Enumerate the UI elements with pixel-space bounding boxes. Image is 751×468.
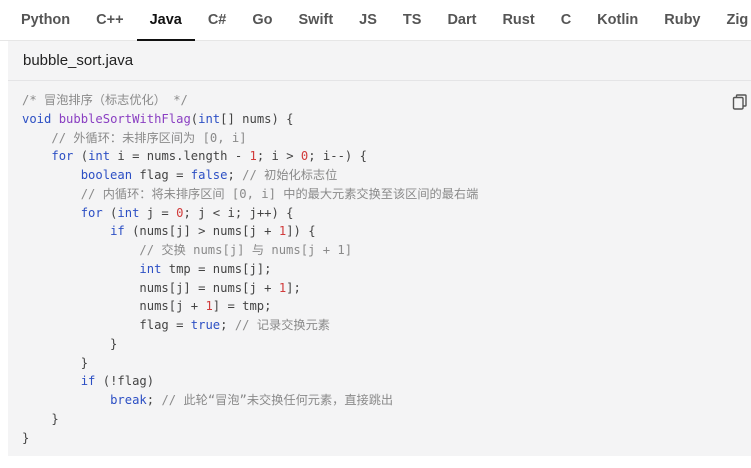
tab-c[interactable]: C — [548, 0, 584, 40]
code-text: ] = tmp; — [212, 299, 272, 314]
tab-rust[interactable]: Rust — [489, 0, 547, 40]
code-keyword: for — [80, 205, 103, 220]
code-line: flag = true; // 记录交换元素 — [22, 316, 478, 335]
code-line: nums[j + 1] = tmp; — [22, 297, 478, 316]
code-text: ; i--) { — [308, 149, 367, 164]
code-text: nums[j + — [22, 299, 206, 314]
code-text: nums[j] = nums[j + — [22, 280, 279, 295]
code-line: for (int j = 0; j < i; j++) { — [22, 204, 478, 223]
tab-swift[interactable]: Swift — [286, 0, 347, 40]
copy-icon[interactable] — [731, 93, 749, 111]
code-line: // 交换 nums[j] 与 nums[j + 1] — [22, 241, 478, 260]
tab-ts[interactable]: TS — [390, 0, 435, 40]
code-keyword: true — [190, 318, 221, 332]
code-text: (nums[j] > nums[j + — [124, 224, 279, 239]
code-text: ]; — [286, 280, 301, 295]
code-line: // 内循环：将未排序区间 [0, i] 中的最大元素交换至该区间的最右端 — [22, 185, 479, 204]
tab-go[interactable]: Go — [239, 0, 285, 40]
file-name: bubble_sort.java — [23, 52, 134, 69]
language-tabs: Python C++ Java C# Go Swift JS TS Dart Rust C Kotli… — [0, 0, 751, 41]
code-line: for (int i = nums.length - 1; i > 0; i--… — [22, 147, 478, 166]
code-line: boolean flag = false; // 初始化标志位 — [22, 166, 478, 185]
tab-kotlin[interactable]: Kotlin — [584, 0, 651, 40]
code-keyword: if — [80, 374, 96, 389]
code-line: } — [22, 354, 478, 373]
code-keyword: int — [198, 111, 221, 126]
tab-java[interactable]: Java — [136, 0, 196, 41]
page-bottom — [0, 456, 751, 468]
code-text: ( — [73, 149, 89, 164]
tab-c[interactable]: C++ — [83, 0, 136, 40]
code-line: // 外循环：未排序区间为 [0, i] — [22, 129, 478, 148]
code-number: 1 — [249, 149, 257, 164]
code-line: nums[j] = nums[j + 1]; — [22, 279, 478, 298]
code-line: } — [22, 410, 478, 429]
code-block: bubble_sort.java /* 冒泡排序（标志优化） */ void bu… — [8, 41, 751, 456]
code-comment: // 记录交换元素 — [234, 318, 330, 332]
code-keyword: false — [190, 168, 228, 182]
code-comment: // 外循环：未排序区间为 [0, i] — [51, 130, 247, 145]
code-keyword: int — [139, 261, 162, 276]
code-line: if (nums[j] > nums[j + 1]) { — [22, 222, 478, 241]
code-line: if (!flag) — [22, 372, 478, 391]
code-line: /* 冒泡排序（标志优化） */ — [22, 91, 478, 110]
code-text: ( — [102, 205, 118, 220]
tab-zig[interactable]: Zig — [714, 0, 751, 40]
code-line: void bubbleSortWithFlag(int[] nums) { — [22, 110, 478, 129]
code-comment: // 内循环：将未排序区间 [0, i] 中的最大元素交换至该区间的最右端 — [80, 186, 479, 201]
code-text: (!flag) — [95, 374, 155, 389]
code-keyword: int — [88, 149, 111, 164]
code-comment: // 此轮“冒泡”未交换任何元素，直接跳出 — [161, 393, 394, 407]
code-text: ; — [227, 168, 243, 182]
code-keyword: void — [22, 111, 52, 126]
code-text: ; — [146, 393, 162, 407]
tab-dart[interactable]: Dart — [434, 0, 489, 40]
code-keyword: for — [51, 149, 74, 164]
code-line: } — [22, 335, 478, 354]
code-line: } — [22, 429, 478, 448]
tab-python[interactable]: Python — [8, 0, 83, 40]
code-function: bubbleSortWithFlag — [58, 111, 191, 126]
code-text: ]) { — [286, 224, 316, 239]
code-keyword: int — [117, 205, 140, 220]
tab-ruby[interactable]: Ruby — [651, 0, 713, 40]
code-number: 1 — [205, 299, 213, 314]
code-text: flag = — [132, 168, 191, 182]
code-text: } — [22, 430, 30, 445]
code-text: } — [22, 336, 118, 351]
code-line: break; // 此轮“冒泡”未交换任何元素，直接跳出 — [22, 391, 478, 410]
code-text: flag = — [22, 318, 191, 332]
code-comment: // 交换 nums[j] 与 nums[j + 1] — [139, 243, 353, 257]
code-content[interactable]: /* 冒泡排序（标志优化） */void bubbleSortWithFlag(… — [22, 91, 478, 447]
code-text: } — [22, 355, 89, 370]
tab-c[interactable]: C# — [195, 0, 240, 40]
code-text: ; i > — [256, 149, 301, 164]
code-keyword: if — [110, 224, 125, 239]
code-comment: // 初始化标志位 — [242, 168, 338, 182]
code-text: i = nums.length - — [110, 149, 250, 164]
code-text: [] nums) { — [220, 111, 294, 126]
code-line: int tmp = nums[j]; — [22, 260, 478, 279]
tab-js[interactable]: JS — [346, 0, 390, 40]
code-text: } — [22, 411, 59, 426]
code-keyword: boolean — [80, 168, 133, 182]
code-keyword: break — [110, 393, 147, 407]
code-comment: /* 冒泡排序（标志优化） */ — [22, 93, 188, 107]
file-name-header: bubble_sort.java — [8, 41, 751, 81]
code-text: ; j < i; j++) { — [183, 205, 294, 220]
code-text: j = — [139, 205, 177, 220]
code-text: ; — [220, 318, 235, 332]
code-text: tmp = nums[j]; — [161, 261, 272, 276]
